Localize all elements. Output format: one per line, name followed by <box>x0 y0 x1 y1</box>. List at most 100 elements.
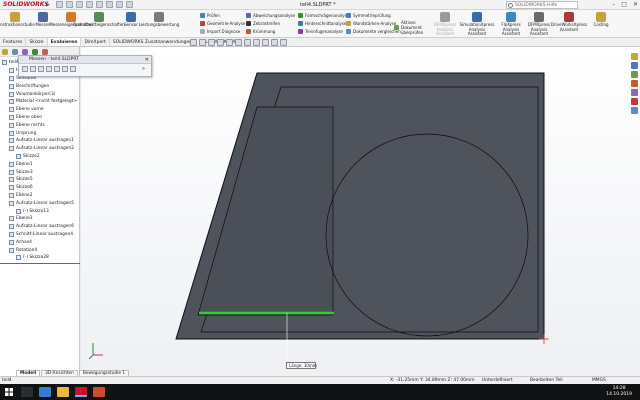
tree-item[interactable]: Skizze3 <box>0 168 80 176</box>
appearances-icon[interactable] <box>631 98 638 105</box>
tree-item[interactable]: Skizze2 <box>0 153 80 161</box>
status-units[interactable]: MMGS <box>592 378 606 383</box>
model-view[interactable] <box>81 47 640 376</box>
ribbon-small-button-6[interactable]: Formschrägenanalyse <box>298 13 349 18</box>
tree-item[interactable]: Aufsatz-Linear austragen2 <box>0 145 80 153</box>
point-to-point-icon[interactable] <box>46 66 52 72</box>
hide-show-items-icon[interactable] <box>244 39 251 46</box>
tree-item[interactable]: Beschriftungen <box>0 82 80 90</box>
tree-item[interactable]: Ebene3 <box>0 215 80 223</box>
ribbon-small-button-11[interactable]: Dokumente vergleichen <box>346 29 401 34</box>
view-settings-icon[interactable] <box>271 39 278 46</box>
ribbon-small-button-1[interactable]: Geometrie-Analyse <box>200 21 245 26</box>
tree-item[interactable]: (-) Skizze13 <box>0 207 80 215</box>
show-xyz-icon[interactable] <box>38 66 44 72</box>
tree-item[interactable]: Skizze5 <box>0 176 80 184</box>
ribbon-small-button-2[interactable]: Import Diagnose <box>200 29 240 34</box>
undo-icon[interactable] <box>96 1 103 8</box>
ribbon-button-3[interactable]: Querschnitteigenschaften <box>73 12 125 28</box>
tree-item[interactable]: Aufsatz-Linear austragen5 <box>0 199 80 207</box>
tab-1[interactable]: Skizze <box>26 38 48 46</box>
tree-item[interactable]: Achse4 <box>0 238 80 246</box>
resources-icon[interactable] <box>631 62 638 69</box>
tree-item[interactable]: Schnitt-Linear austragen4 <box>0 231 80 239</box>
feature-manager-tab-icon[interactable] <box>2 49 8 55</box>
ribbon-small-button-9[interactable]: Symmetrieprüfung <box>346 13 391 18</box>
minimize-icon[interactable]: – <box>612 1 615 8</box>
tab-0[interactable]: Features <box>0 38 27 46</box>
tree-item[interactable]: Material <nicht festgelegt> <box>0 98 80 106</box>
tree-item[interactable]: (-) Skizze28 <box>0 254 80 262</box>
windows-start-icon[interactable] <box>0 384 18 400</box>
ribbon-right-button-3[interactable]: DFMXpress Analysis Assistant <box>524 12 554 37</box>
file-explorer-icon[interactable] <box>631 80 638 87</box>
zoom-area-icon[interactable] <box>199 39 206 46</box>
ribbon-small-button-8[interactable]: Trennfugenanalyse <box>298 29 343 34</box>
maximize-icon[interactable]: □ <box>621 1 627 8</box>
ribbon-small-button-3[interactable]: Abweichungsanalyse <box>246 13 295 18</box>
edge-browser-icon[interactable] <box>39 387 51 397</box>
ribbon-right-button-1[interactable]: SimulationXpress Analysis Assistant <box>460 12 494 37</box>
measure-history-icon[interactable] <box>62 66 68 72</box>
units-precision-icon[interactable] <box>30 66 36 72</box>
select-icon[interactable] <box>106 1 113 8</box>
ribbon-small-button-0[interactable]: Prüfen <box>200 13 220 18</box>
options-icon[interactable] <box>126 1 133 8</box>
design-library-icon[interactable] <box>631 71 638 78</box>
create-sensor-icon[interactable] <box>70 66 76 72</box>
ribbon-right-button-4[interactable]: DriveWorksXpress Assistant <box>551 12 587 32</box>
system-clock[interactable]: 14:28 14.10.2019 <box>606 386 632 397</box>
tree-item[interactable]: Ebene vorne <box>0 106 80 114</box>
custom-properties-icon[interactable] <box>631 107 638 114</box>
edit-appearance-icon[interactable] <box>253 39 260 46</box>
print-icon[interactable] <box>86 1 93 8</box>
ribbon-small-button-4[interactable]: Zebrastreifen <box>246 21 280 26</box>
section-view-icon[interactable] <box>217 39 224 46</box>
monitor-icon[interactable] <box>280 39 287 46</box>
tree-item[interactable]: Aufsatz-Linear austragen6 <box>0 223 80 231</box>
ribbon-small-button-10[interactable]: Wandstärken-Analyse <box>346 21 396 26</box>
tree-item[interactable]: Rotation4 <box>0 246 80 254</box>
open-icon[interactable] <box>66 1 73 8</box>
menu-expand-icon[interactable]: ▶ <box>46 2 50 8</box>
ribbon-right-button-0[interactable]: DFMXpress Analysis Assistant <box>430 12 460 37</box>
ribbon-small-button-7[interactable]: Hinterschnittanalyse <box>298 21 346 26</box>
new-document-icon[interactable] <box>56 1 63 8</box>
solidworks-logo[interactable]: SOLIDWORKS <box>3 1 49 9</box>
measure-dialog-header[interactable]: Messen - teil4.SLDPRT ✕ <box>19 56 151 64</box>
arc-circle-measure-icon[interactable] <box>22 66 28 72</box>
tree-item[interactable]: Ebene1 <box>0 160 80 168</box>
tab-3[interactable]: DimXpert <box>81 38 110 46</box>
tree-item[interactable]: Aufsatz-Linear austragen1 <box>0 137 80 145</box>
solidworks-taskbar-icon[interactable] <box>75 387 87 397</box>
tree-item[interactable]: Ebene rechts <box>0 121 80 129</box>
task-view-icon[interactable] <box>21 387 33 397</box>
graphics-area[interactable] <box>81 47 640 376</box>
projection-icon[interactable] <box>54 66 60 72</box>
close-icon[interactable]: ✕ <box>633 1 638 8</box>
close-icon[interactable]: ✕ <box>145 56 149 64</box>
view-palette-icon[interactable] <box>631 89 638 96</box>
ribbon-button-5[interactable]: Leistungsbewertung <box>139 12 179 28</box>
ribbon-small-button-12[interactable]: Aktives Dokument überprüfen <box>394 20 435 35</box>
previous-view-icon[interactable] <box>208 39 215 46</box>
ribbon-right-button-5[interactable]: Costing <box>586 12 616 28</box>
apply-scene-icon[interactable] <box>262 39 269 46</box>
display-style-icon[interactable] <box>235 39 242 46</box>
file-explorer-taskbar-icon[interactable] <box>57 387 69 397</box>
app-taskbar-icon[interactable] <box>93 387 105 397</box>
tree-item[interactable]: Volumenkörper(3) <box>0 90 80 98</box>
ribbon-right-button-2[interactable]: FloXpress Analysis Assistant <box>496 12 526 37</box>
tree-item[interactable]: Ursprung <box>0 129 80 137</box>
rebuild-icon[interactable] <box>116 1 123 8</box>
expand-chevron-icon[interactable]: » <box>142 66 148 72</box>
tree-item[interactable]: Ebene oben <box>0 114 80 122</box>
home-icon[interactable] <box>631 53 638 60</box>
ribbon-small-button-5[interactable]: Krümmung <box>246 29 275 34</box>
tab-4[interactable]: SOLIDWORKS Zusatzanwendungen <box>110 38 197 46</box>
tree-item[interactable]: Skizze6 <box>0 184 80 192</box>
view-orientation-icon[interactable] <box>226 39 233 46</box>
zoom-to-fit-icon[interactable] <box>190 39 197 46</box>
save-icon[interactable] <box>76 1 83 8</box>
rollback-bar[interactable] <box>0 262 80 264</box>
